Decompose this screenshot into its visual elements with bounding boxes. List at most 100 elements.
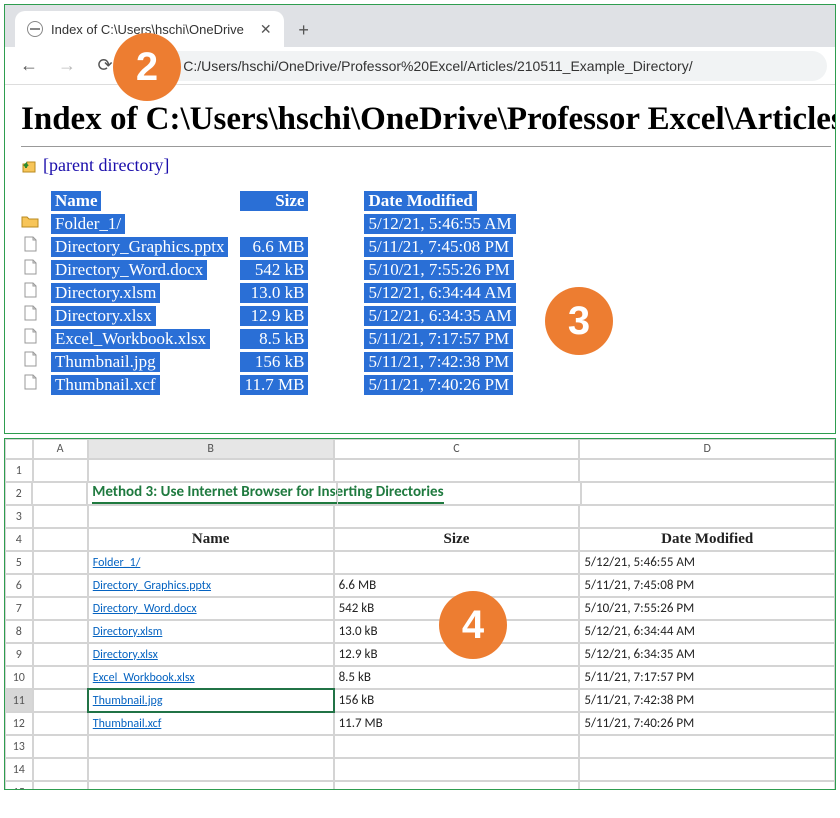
file-link[interactable]: Excel_Workbook.xlsx [51,329,210,349]
file-link[interactable]: Folder_1/ [51,214,125,234]
close-icon[interactable]: ✕ [260,21,272,38]
row-header[interactable]: 1 [5,459,33,482]
cell[interactable]: Size [334,528,580,551]
cell[interactable]: 5/12/21, 6:34:44 AM [579,620,835,643]
cell[interactable]: 5/11/21, 7:40:26 PM [579,712,835,735]
cell[interactable] [33,574,88,597]
cell[interactable]: 156 kB [334,689,580,712]
file-link[interactable]: Directory.xlsx [51,306,156,326]
col-header[interactable]: B [88,439,334,459]
cell[interactable] [32,482,87,505]
cell[interactable] [88,459,334,482]
cell[interactable] [579,459,835,482]
file-link[interactable]: Excel_Workbook.xlsx [93,671,195,685]
cell[interactable] [337,482,581,505]
forward-button[interactable]: → [51,50,83,82]
file-link[interactable]: Thumbnail.xcf [93,717,162,731]
cell[interactable] [334,459,580,482]
row-header[interactable]: 3 [5,505,33,528]
cell[interactable] [33,666,88,689]
cell[interactable]: Excel_Workbook.xlsx [88,666,334,689]
cell[interactable] [33,620,88,643]
cell[interactable] [334,735,580,758]
address-field[interactable]: File | C:/Users/hschi/OneDrive/Professor… [127,51,827,81]
cell[interactable] [88,781,334,790]
cell[interactable] [33,505,88,528]
file-link[interactable]: Directory_Word.docx [51,260,207,280]
cell[interactable]: Thumbnail.jpg [88,689,334,712]
row-header[interactable]: 5 [5,551,33,574]
file-link[interactable]: Directory.xlsx [93,648,158,662]
cell[interactable] [334,551,580,574]
cell[interactable] [33,758,88,781]
cell[interactable] [581,482,835,505]
row-header[interactable]: 9 [5,643,33,666]
cell[interactable] [334,781,580,790]
row-header[interactable]: 8 [5,620,33,643]
cell[interactable] [33,689,88,712]
cell[interactable]: Date Modified [579,528,835,551]
cell[interactable]: Method 3: Use Internet Browser for Inser… [87,482,337,505]
file-link[interactable]: Directory.xlsm [51,283,160,303]
row-header[interactable]: 7 [5,597,33,620]
col-header-date[interactable]: Date Modified [364,191,476,211]
cell[interactable] [33,735,88,758]
cell[interactable] [579,505,835,528]
row-header[interactable]: 2 [5,482,32,505]
cell[interactable]: 8.5 kB [334,666,580,689]
spreadsheet[interactable]: A B C D 12 Method 3: Use Internet Browser… [5,439,835,790]
row-header[interactable]: 12 [5,712,33,735]
cell[interactable]: 5/12/21, 5:46:55 AM [579,551,835,574]
cell[interactable]: Directory_Word.docx [88,597,334,620]
file-link[interactable]: Directory_Word.docx [93,602,197,616]
cell[interactable] [334,505,580,528]
cell[interactable] [33,528,88,551]
col-header-size[interactable]: Size [240,191,308,211]
cell[interactable]: Directory_Graphics.pptx [88,574,334,597]
cell[interactable]: 5/12/21, 6:34:35 AM [579,643,835,666]
cell[interactable]: Folder_1/ [88,551,334,574]
file-link[interactable]: Directory.xlsm [93,625,163,639]
cell[interactable] [33,597,88,620]
cell[interactable] [33,551,88,574]
col-header[interactable]: A [33,439,88,459]
col-header[interactable]: C [334,439,580,459]
file-link[interactable]: Thumbnail.xcf [51,375,160,395]
row-header[interactable]: 10 [5,666,33,689]
col-header[interactable]: D [579,439,835,459]
cell[interactable]: 11.7 MB [334,712,580,735]
cell[interactable]: Directory.xlsm [88,620,334,643]
row-header[interactable]: 6 [5,574,33,597]
back-button[interactable]: ← [13,50,45,82]
row-header[interactable]: 15 [5,781,33,790]
file-link[interactable]: Folder_1/ [93,556,141,570]
file-link[interactable]: Thumbnail.jpg [51,352,160,372]
cell[interactable]: 5/11/21, 7:42:38 PM [579,689,835,712]
cell[interactable] [33,459,88,482]
cell[interactable]: 5/10/21, 7:55:26 PM [579,597,835,620]
cell[interactable] [579,781,835,790]
col-header-name[interactable]: Name [51,191,101,211]
cell[interactable]: 5/11/21, 7:45:08 PM [579,574,835,597]
row-header[interactable]: 14 [5,758,33,781]
file-link[interactable]: Directory_Graphics.pptx [51,237,228,257]
cell[interactable]: 6.6 MB [334,574,580,597]
cell[interactable]: Directory.xlsx [88,643,334,666]
cell[interactable] [334,758,580,781]
cell[interactable] [88,758,334,781]
row-header[interactable]: 13 [5,735,33,758]
new-tab-button[interactable]: + [290,16,318,44]
file-link[interactable]: Directory_Graphics.pptx [93,579,211,593]
cell[interactable]: Thumbnail.xcf [88,712,334,735]
row-header[interactable]: 4 [5,528,33,551]
file-link[interactable]: Thumbnail.jpg [93,694,163,708]
cell[interactable]: 5/11/21, 7:17:57 PM [579,666,835,689]
select-all-corner[interactable] [5,439,33,459]
cell[interactable]: Name [88,528,334,551]
row-header[interactable]: 11 [5,689,33,712]
parent-directory-link[interactable]: [parent directory] [43,155,169,176]
cell[interactable] [88,505,334,528]
cell[interactable] [579,758,835,781]
cell[interactable] [33,781,88,790]
cell[interactable] [33,643,88,666]
